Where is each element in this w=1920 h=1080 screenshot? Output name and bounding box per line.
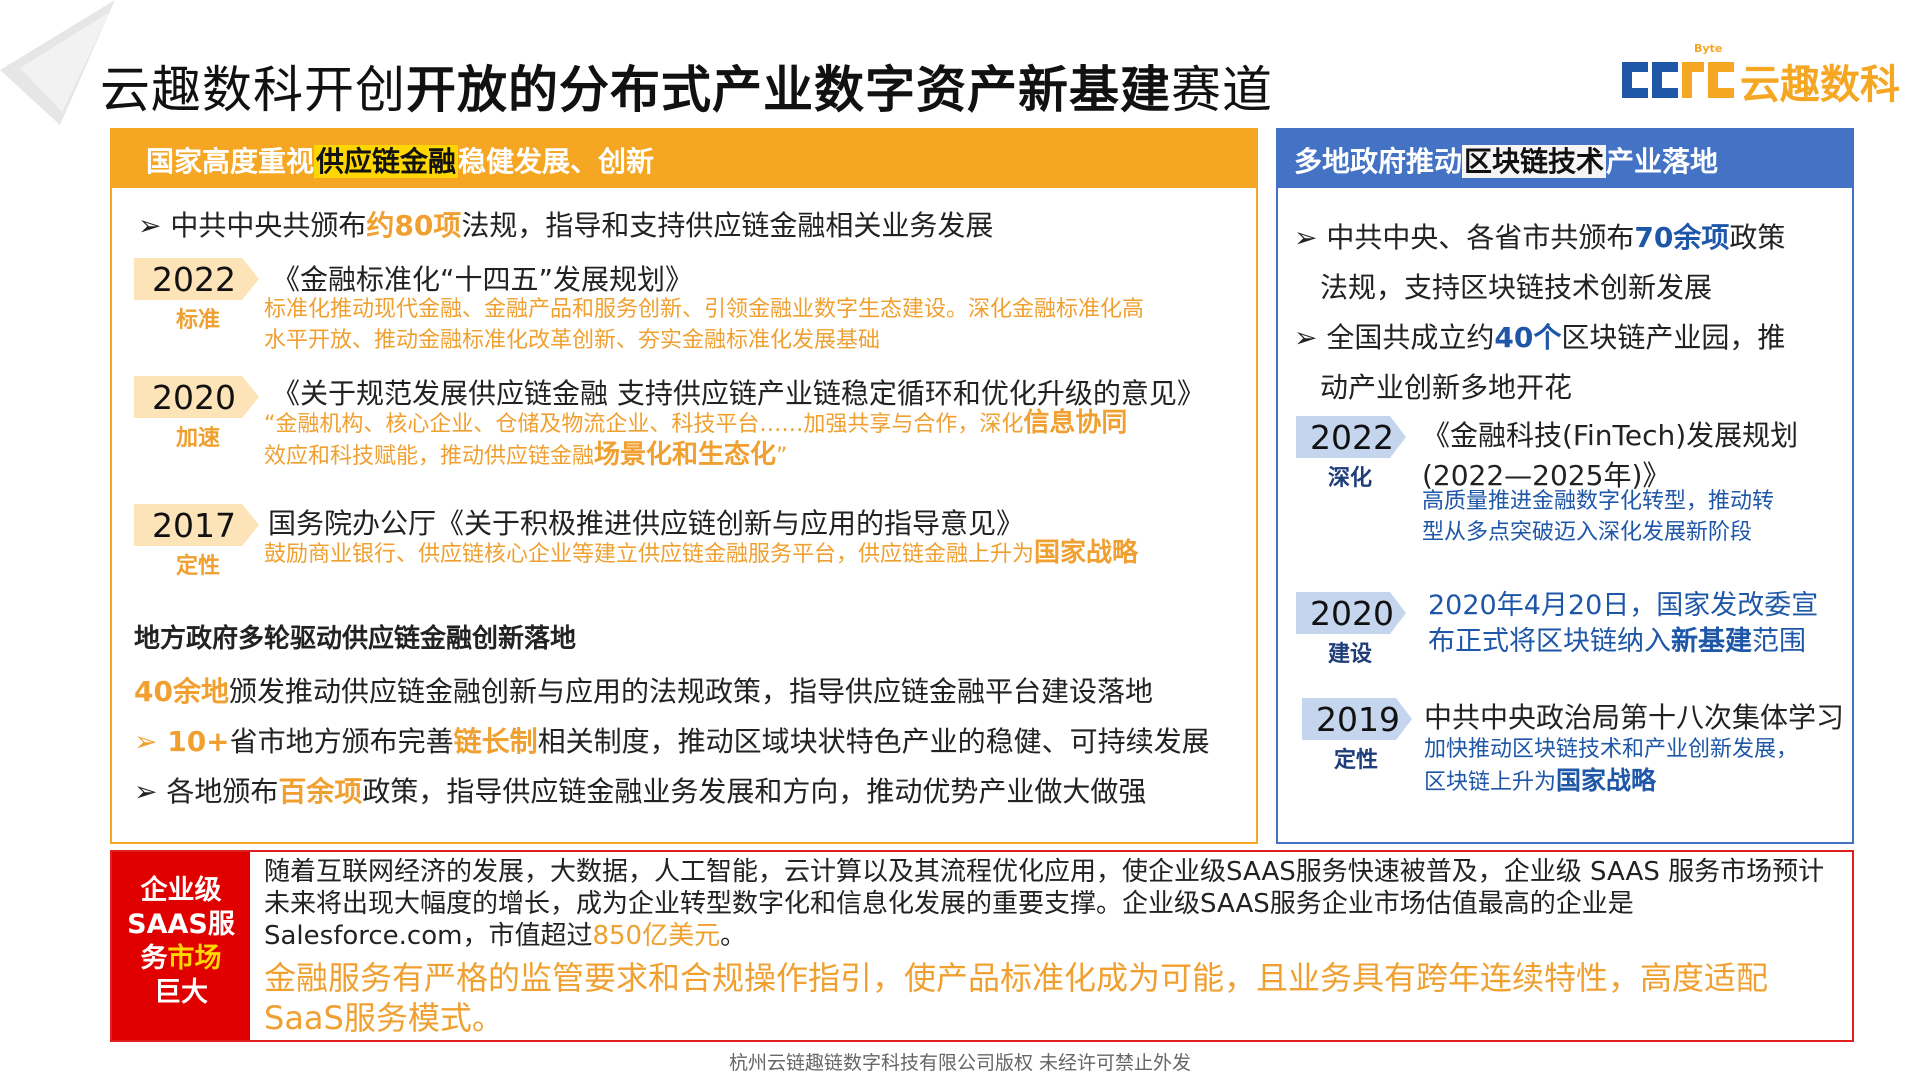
year-tag: 定性	[1333, 748, 1378, 773]
year-badge-2019: 2019	[1302, 698, 1412, 740]
policy-title: 中共中央政治局第十八次集体学习	[1424, 701, 1845, 734]
local-heading: 地方政府多轮驱动供应链金融创新落地	[134, 624, 577, 654]
local-item: ➢ 各地颁布百余项政策，指导供应链金融业务发展和方向，推动优势产业做大做强	[134, 775, 1147, 808]
logo-superscript: Byte	[1694, 42, 1723, 55]
left-panel-header: 国家高度重视供应链金融稳健发展、创新	[110, 128, 1258, 186]
right-point: ➢ 中共中央、各省市共颁布70余项政策	[1294, 221, 1786, 254]
saas-label: 企业级 SAAS服 务市场 巨大	[127, 875, 235, 1008]
policy-desc: 标准化推动现代金融、金融产品和服务创新、引领金融业数字生态建设。深化金融标准化高…	[264, 297, 1145, 353]
year-badge-2022: 2022	[134, 258, 259, 300]
local-item: 40余地颁发推动供应链金融创新与应用的法规政策，指导供应链金融平台建设落地	[134, 675, 1153, 708]
right-point-cont: 法规，支持区块链技术创新发展	[1320, 271, 1713, 304]
year-badge-2020: 2020	[134, 376, 259, 418]
right-panel: ➢ 中共中央、各省市共颁布70余项政策 法规，支持区块链技术创新发展 ➢ 全国共…	[1276, 186, 1854, 844]
local-item: ➢ 10+省市地方颁布完善链长制相关制度，推动区域块状特色产业的稳健、可持续发展	[134, 725, 1210, 758]
policy-desc: “金融机构、核心企业、仓储及物流企业、科技平台……加强共享与合作，深化信息协同 …	[264, 408, 1128, 470]
year-badge-2017: 2017	[134, 504, 259, 546]
right-panel-header: 多地政府推动区块链技术产业落地	[1276, 128, 1854, 186]
left-intro: ➢ 中共中央共颁布约80项法规，指导和支持供应链金融相关业务发展	[138, 209, 994, 242]
policy-desc: 加快推动区块链技术和产业创新发展， 区块链上升为国家战略	[1424, 737, 1799, 795]
company-logo: Byte 云趣数科	[1612, 42, 1900, 112]
year-badge-2022: 2022	[1296, 416, 1406, 458]
left-panel: ➢ 中共中央共颁布约80项法规，指导和支持供应链金融相关业务发展 2022 标准…	[110, 186, 1258, 844]
saas-label-block: 企业级 SAAS服 务市场 巨大	[112, 852, 250, 1040]
policy-title: 《金融科技(FinTech)发展规划 (2022—2025年)》	[1422, 419, 1799, 492]
logo-text: 云趣数科	[1740, 62, 1900, 108]
year-tag: 建设	[1327, 642, 1372, 667]
policy-desc: 鼓励商业银行、供应链核心企业等建立供应链金融服务平台，供应链金融上升为国家战略	[264, 538, 1139, 568]
year-tag: 定性	[175, 554, 220, 579]
policy-desc: 高质量推进金融数字化转型，推动转 型从多点突破迈入深化发展新阶段	[1422, 489, 1775, 545]
year-tag: 深化	[1327, 466, 1372, 491]
footer-copyright: 杭州云链趣链数字科技有限公司版权 未经许可禁止外发	[728, 1052, 1192, 1074]
policy-title: 《关于规范发展供应链金融 支持供应链产业链稳定循环和优化升级的意见》	[272, 377, 1205, 410]
year-tag: 标准	[175, 308, 220, 333]
year-tag: 加速	[175, 426, 220, 451]
right-point: ➢ 全国共成立约40个区块链产业园，推	[1294, 321, 1786, 354]
policy-desc: 2020年4月20日，国家发改委宣 布正式将区块链纳入新基建范围	[1428, 590, 1819, 657]
saas-paragraph: 随着互联网经济的发展，大数据，人工智能，云计算以及其流程优化应用，使企业级SAA…	[264, 857, 1825, 951]
page-title: 云趣数科开创开放的分布式产业数字资产新基建赛道	[100, 61, 1273, 119]
right-point-cont: 动产业创新多地开花	[1320, 371, 1573, 404]
right-panel-header-text: 多地政府推动区块链技术产业落地	[1294, 145, 1719, 178]
year-badge-2020: 2020	[1296, 592, 1406, 634]
saas-highlight-paragraph: 金融服务有严格的监管要求和合规操作指引，使产品标准化成为可能，且业务具有跨年连续…	[264, 959, 1769, 1037]
policy-title: 《金融标准化“十四五”发展规划》	[272, 263, 694, 296]
left-panel-header-text: 国家高度重视供应链金融稳健发展、创新	[146, 145, 655, 178]
policy-title: 国务院办公厅《关于积极推进供应链创新与应用的指导意见》	[268, 507, 1025, 540]
